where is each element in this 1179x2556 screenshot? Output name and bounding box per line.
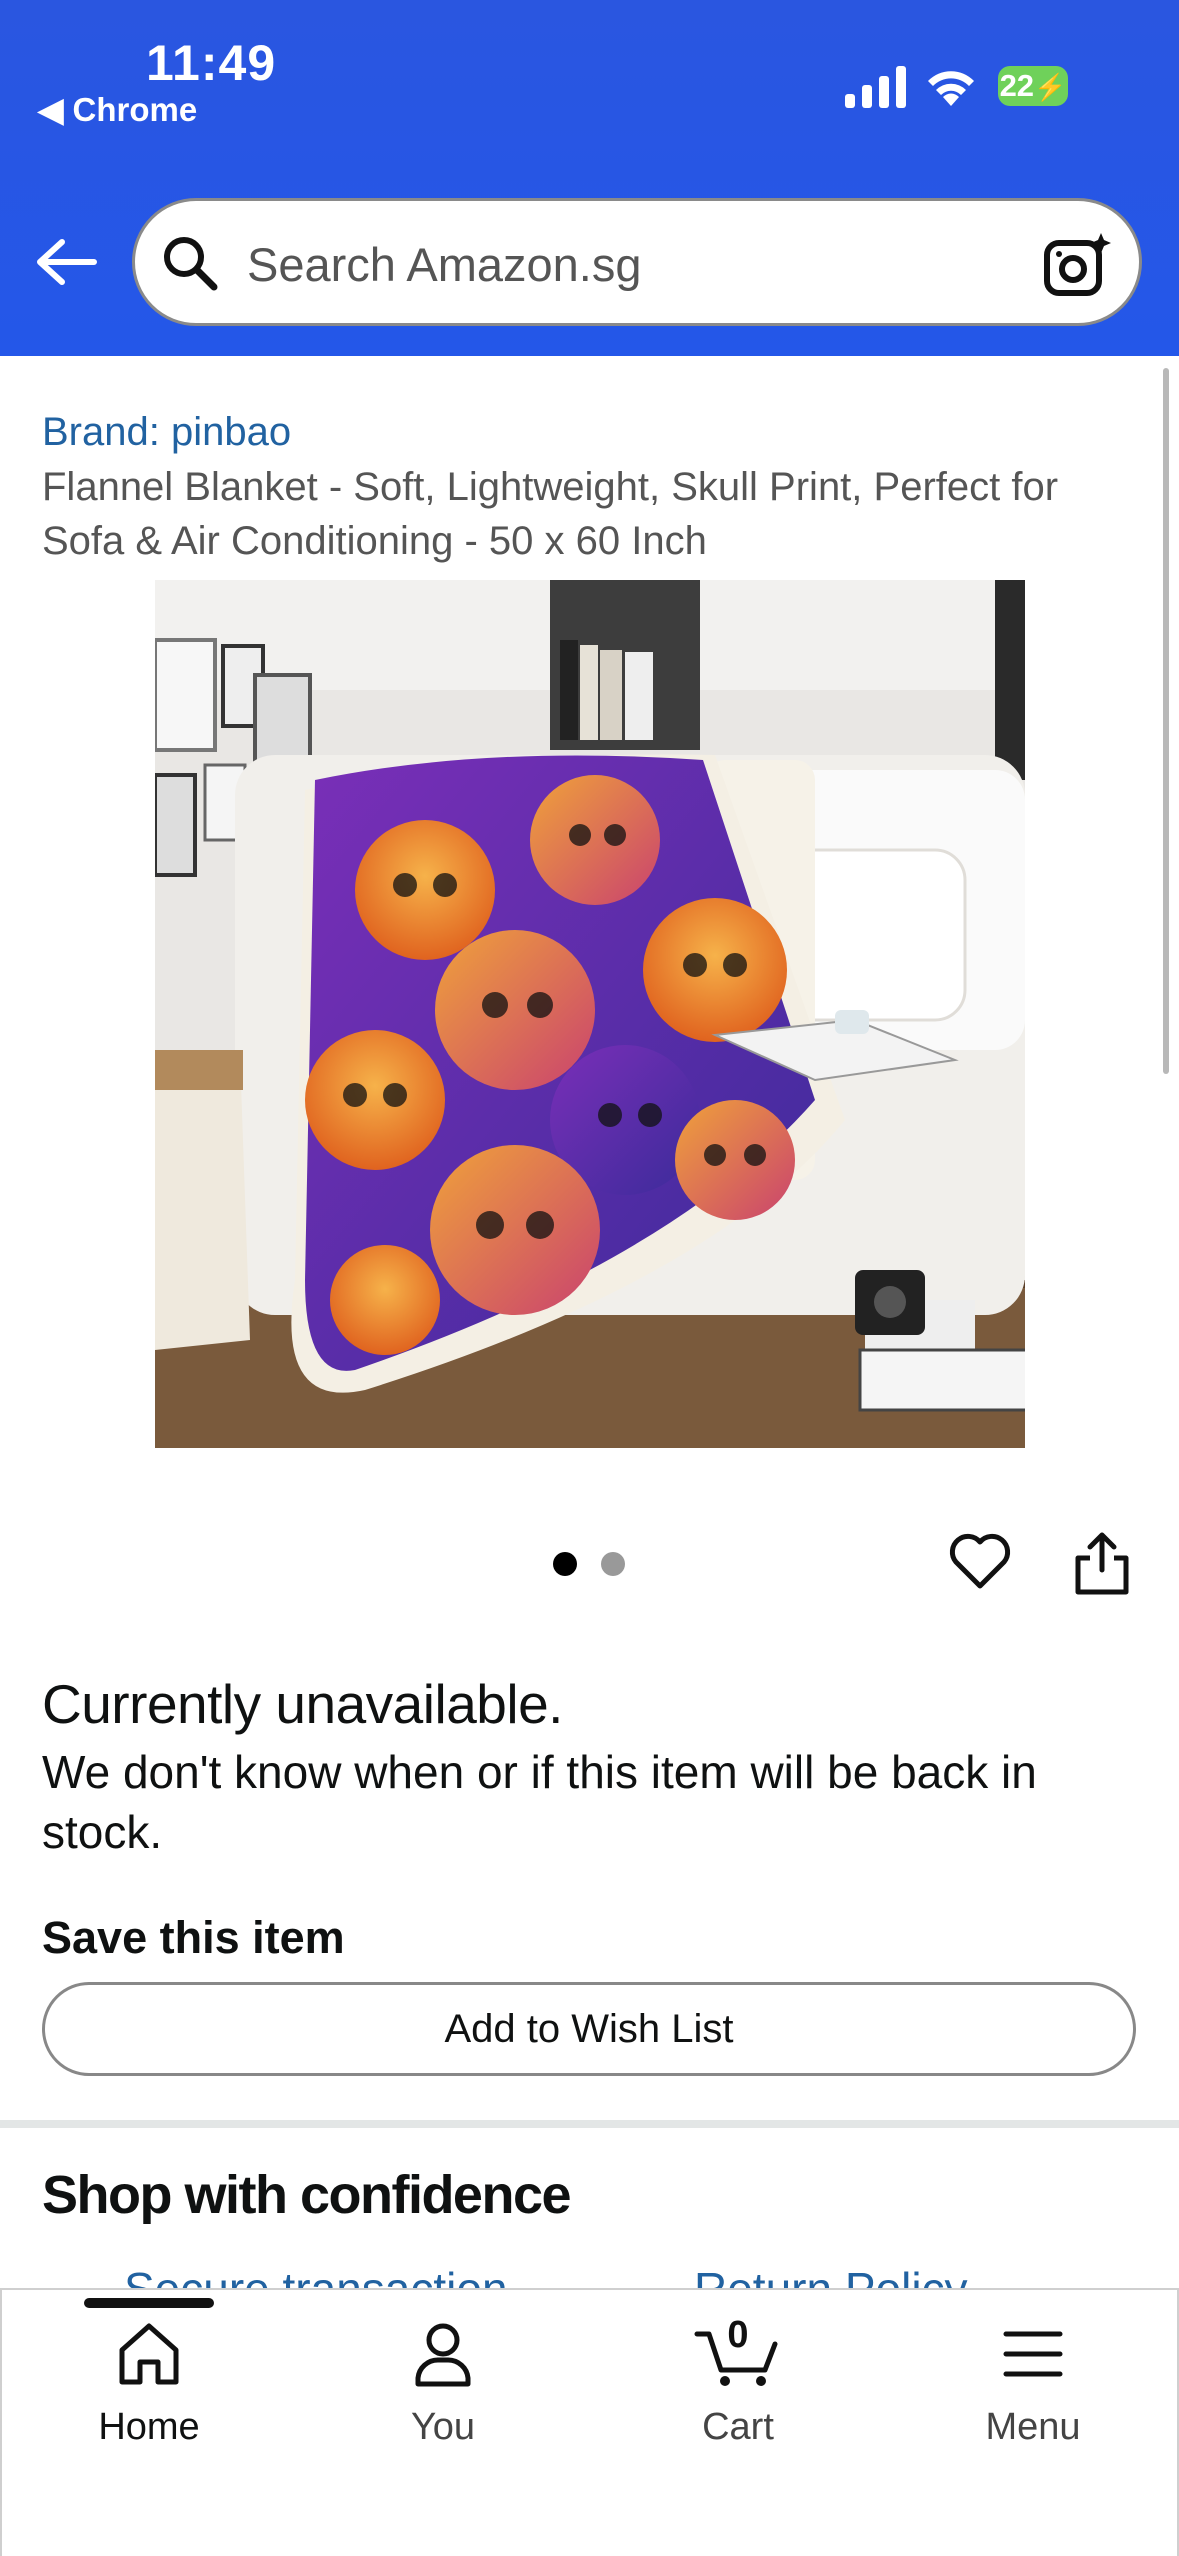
image-dot-active[interactable] xyxy=(553,1552,577,1576)
back-to-app-link[interactable]: ◀ Chrome xyxy=(38,90,197,129)
hamburger-menu-icon xyxy=(1003,2331,1063,2377)
bottom-navigation: Home You 0 Cart Menu xyxy=(0,2288,1179,2556)
image-pagination-dots[interactable] xyxy=(553,1552,643,1578)
nav-menu[interactable]: Menu xyxy=(913,2320,1153,2480)
product-image[interactable] xyxy=(155,580,1025,1448)
product-photo-illustration xyxy=(155,580,1025,1448)
search-icon xyxy=(164,237,218,291)
status-time: 11:49 xyxy=(146,35,277,91)
availability-message: We don't know when or if this item will … xyxy=(42,1746,1037,1858)
nav-home-label: Home xyxy=(98,2406,200,2448)
search-input[interactable] xyxy=(245,231,1009,297)
nav-cart[interactable]: 0 Cart xyxy=(618,2314,858,2480)
nav-home[interactable]: Home xyxy=(29,2320,269,2480)
back-arrow-icon[interactable] xyxy=(34,236,98,288)
nav-cart-label: Cart xyxy=(702,2406,774,2448)
availability-heading: Currently unavailable. xyxy=(42,1673,563,1735)
nav-you-label: You xyxy=(410,2406,476,2448)
cellular-signal-icon xyxy=(845,66,906,108)
nav-menu-label: Menu xyxy=(985,2406,1081,2448)
battery-level: 22 xyxy=(999,68,1035,103)
charging-bolt-icon: ⚡ xyxy=(1034,72,1067,102)
home-icon xyxy=(119,2323,179,2385)
cart-count-badge: 0 xyxy=(727,2314,749,2356)
person-icon xyxy=(415,2323,471,2387)
page-scrollbar[interactable] xyxy=(1163,368,1169,1074)
shop-with-confidence-heading: Shop with confidence xyxy=(42,2165,572,2225)
product-title: Flannel Blanket - Soft, Lightweight, Sku… xyxy=(42,465,1059,563)
header-bar: 11:49 ◀ Chrome 22⚡ xyxy=(0,0,1179,356)
brand-link[interactable]: Brand: pinbao xyxy=(42,410,291,455)
save-item-label: Save this item xyxy=(42,1912,345,1963)
search-bar[interactable] xyxy=(132,198,1142,326)
nav-you[interactable]: You xyxy=(323,2320,563,2480)
add-to-wish-list-button[interactable]: Add to Wish List xyxy=(42,1982,1136,2076)
battery-indicator: 22⚡ xyxy=(998,66,1068,106)
heart-icon[interactable] xyxy=(948,1530,1012,1592)
share-icon[interactable] xyxy=(1070,1530,1134,1596)
image-dot[interactable] xyxy=(601,1552,625,1576)
wifi-icon xyxy=(928,71,974,106)
camera-search-icon[interactable] xyxy=(1043,231,1113,297)
active-tab-indicator xyxy=(84,2298,214,2308)
section-divider xyxy=(0,2120,1179,2128)
